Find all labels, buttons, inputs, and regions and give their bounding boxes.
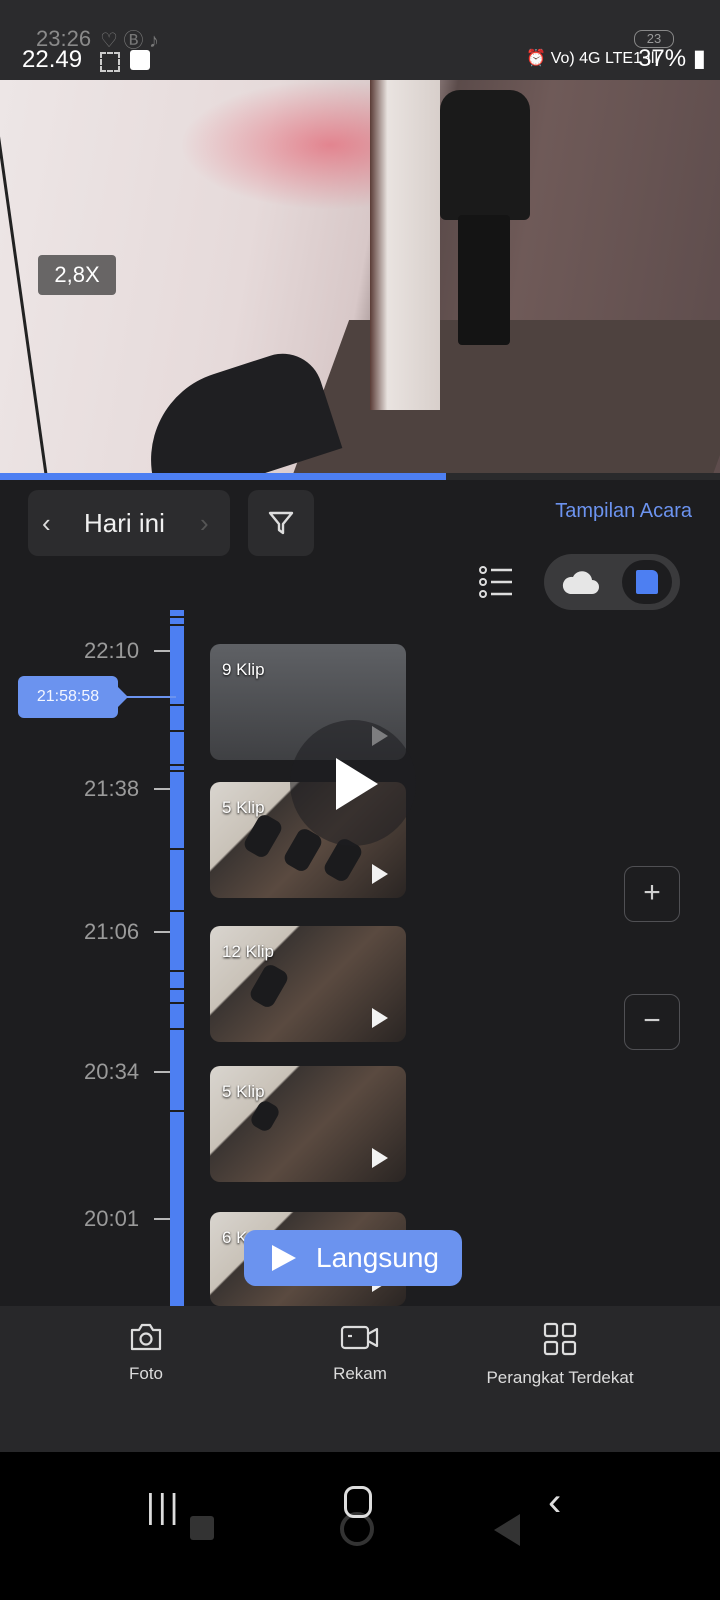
play-icon [372,1008,388,1028]
back-icon[interactable]: ‹ [548,1480,561,1525]
status-time: 22.49 [22,46,83,73]
play-button[interactable] [290,720,416,846]
storage-toggle[interactable] [544,554,680,610]
event-view-link[interactable]: Tampilan Acara [555,500,692,523]
screenshot-icon [100,52,120,72]
clip-count: 5 Klip [222,798,265,817]
video-progress-fill [0,473,447,480]
timeline-tick-label: 22:10 [84,638,140,663]
timeline-tick-label: 20:01 [84,1206,140,1231]
cloud-storage-icon[interactable] [560,568,600,596]
nearby-devices-label: Perangkat Terdekat [486,1368,634,1387]
zoom-level-badge: 2,8X [38,255,116,295]
photo-label: Foto [128,1364,164,1383]
play-icon [272,1245,296,1271]
camera-icon [130,1323,162,1351]
timeline-cursor-line [118,696,176,698]
timeline-bar[interactable] [170,610,184,1306]
timeline-cursor[interactable]: 21:58:58 [18,676,128,718]
clip-group-card[interactable]: 5 Klip [210,1066,406,1182]
timeline-tick [154,1218,170,1220]
ghost-recent-icon [190,1516,214,1540]
nearby-devices-button[interactable]: Perangkat Terdekat [470,1322,650,1388]
play-icon [336,758,378,810]
status-bar: 23:26 ♡ Ⓑ ♪ 22.49 23 ⏰ Vo) 4G LTE1 ıll 3… [0,0,720,80]
network-label: Vo) 4G LTE1 [550,50,642,67]
timeline-tick [154,1071,170,1073]
play-icon [372,1148,388,1168]
timeline-tick [154,931,170,933]
play-icon [372,864,388,884]
playback-panel: ‹ Hari ini › Tampilan Acara 22:10 21:38 … [0,480,720,1306]
video-record-icon [340,1325,379,1350]
timeline-zoom-in-button[interactable]: + [624,866,680,922]
timeline-tick-label: 21:38 [84,776,140,801]
sd-card-icon [636,570,658,594]
timeline-tick-label: 21:06 [84,919,140,944]
timeline-tick-label: 20:34 [84,1059,140,1084]
person-figure [440,90,530,345]
clip-count: 9 Klip [222,660,265,679]
home-icon[interactable] [344,1486,372,1518]
filter-button[interactable] [248,490,314,556]
clip-group-card[interactable]: 12 Klip [210,926,406,1042]
filter-icon [268,511,294,535]
chevron-right-icon[interactable]: › [200,508,209,539]
ghost-back-icon [494,1514,520,1546]
video-progress-bar[interactable] [0,473,720,480]
ghost-notification-icons: ♡ Ⓑ ♪ [100,30,160,52]
action-bar: Foto Rekam Perangkat Terdekat [0,1306,720,1452]
photo-button[interactable]: Foto [96,1322,196,1384]
grid-icon [543,1322,577,1356]
navigation-bar: ||| ‹ [0,1452,720,1600]
live-button[interactable]: Langsung [244,1230,462,1286]
record-button[interactable]: Rekam [300,1322,420,1384]
clip-count: 5 Klip [222,1082,265,1101]
recent-apps-icon[interactable]: ||| [146,1488,182,1527]
clip-count: 12 Klip [222,942,274,961]
date-label[interactable]: Hari ini [84,508,165,539]
date-selector: ‹ Hari ini › [28,490,230,556]
chevron-left-icon[interactable]: ‹ [42,508,51,539]
wall-pillar [370,80,440,410]
record-label: Rekam [333,1364,387,1383]
timeline-tick [154,650,170,652]
gallery-icon [130,50,150,70]
timeline-tick [154,788,170,790]
battery-indicator: 37% ▮ [638,45,706,72]
battery-percent: 37% [638,45,687,72]
live-button-label: Langsung [316,1242,440,1273]
sd-card-option[interactable] [622,560,672,604]
list-view-icon[interactable] [478,564,514,600]
camera-video-feed[interactable]: 2,8X [0,80,720,480]
timeline-zoom-out-button[interactable]: − [624,994,680,1050]
